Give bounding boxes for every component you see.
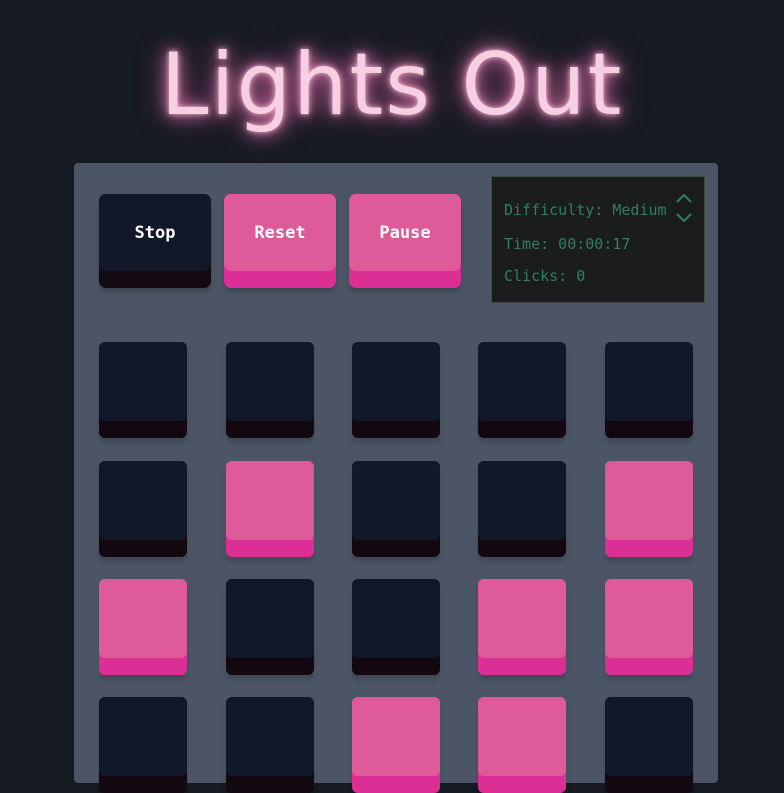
light-cell-face (605, 579, 693, 658)
light-cell-face (226, 461, 314, 540)
light-cell[interactable] (478, 697, 566, 793)
light-cell[interactable] (352, 342, 440, 438)
light-cell[interactable] (478, 461, 566, 557)
light-cell-face (352, 342, 440, 421)
difficulty-label: Difficulty: Medium (504, 201, 667, 219)
light-cell-face (99, 579, 187, 658)
light-cell[interactable] (99, 342, 187, 438)
light-cell[interactable] (352, 461, 440, 557)
light-cell[interactable] (352, 579, 440, 675)
chevron-up-icon[interactable] (676, 192, 692, 204)
light-cell[interactable] (226, 697, 314, 793)
light-cell-face (478, 697, 566, 776)
time-label: Time: 00:00:17 (504, 235, 631, 253)
light-cell[interactable] (226, 461, 314, 557)
light-cell[interactable] (605, 461, 693, 557)
light-cell-face (99, 461, 187, 540)
light-cell-face (99, 342, 187, 421)
light-cell-face (226, 579, 314, 658)
light-cell-face (605, 342, 693, 421)
light-cell[interactable] (605, 342, 693, 438)
light-cell-face (478, 579, 566, 658)
light-cell-face (605, 461, 693, 540)
light-cell-face (478, 461, 566, 540)
reset-button[interactable]: Reset (224, 194, 336, 288)
light-cell[interactable] (605, 579, 693, 675)
clicks-label: Clicks: 0 (504, 267, 586, 285)
light-cell-face (352, 579, 440, 658)
game-title: Lights Out (160, 35, 624, 135)
light-cell[interactable] (478, 342, 566, 438)
light-cell[interactable] (605, 697, 693, 793)
chevron-down-icon[interactable] (676, 212, 692, 224)
light-cell-face (478, 342, 566, 421)
light-cell[interactable] (226, 579, 314, 675)
reset-button-label: Reset (224, 194, 336, 271)
light-cell-face (352, 461, 440, 540)
light-cell[interactable] (99, 461, 187, 557)
stop-button-label: Stop (99, 194, 211, 271)
light-cell-face (352, 697, 440, 776)
pause-button[interactable]: Pause (349, 194, 461, 288)
light-cell[interactable] (478, 579, 566, 675)
pause-button-label: Pause (349, 194, 461, 271)
light-cell[interactable] (99, 579, 187, 675)
light-cell[interactable] (226, 342, 314, 438)
light-cell-face (226, 697, 314, 776)
status-display: Difficulty: Medium Time: 00:00:17 Clicks… (491, 176, 705, 303)
light-cell-face (99, 697, 187, 776)
light-cell[interactable] (352, 697, 440, 793)
light-cell-face (605, 697, 693, 776)
light-cell-face (226, 342, 314, 421)
light-cell[interactable] (99, 697, 187, 793)
stop-button[interactable]: Stop (99, 194, 211, 288)
